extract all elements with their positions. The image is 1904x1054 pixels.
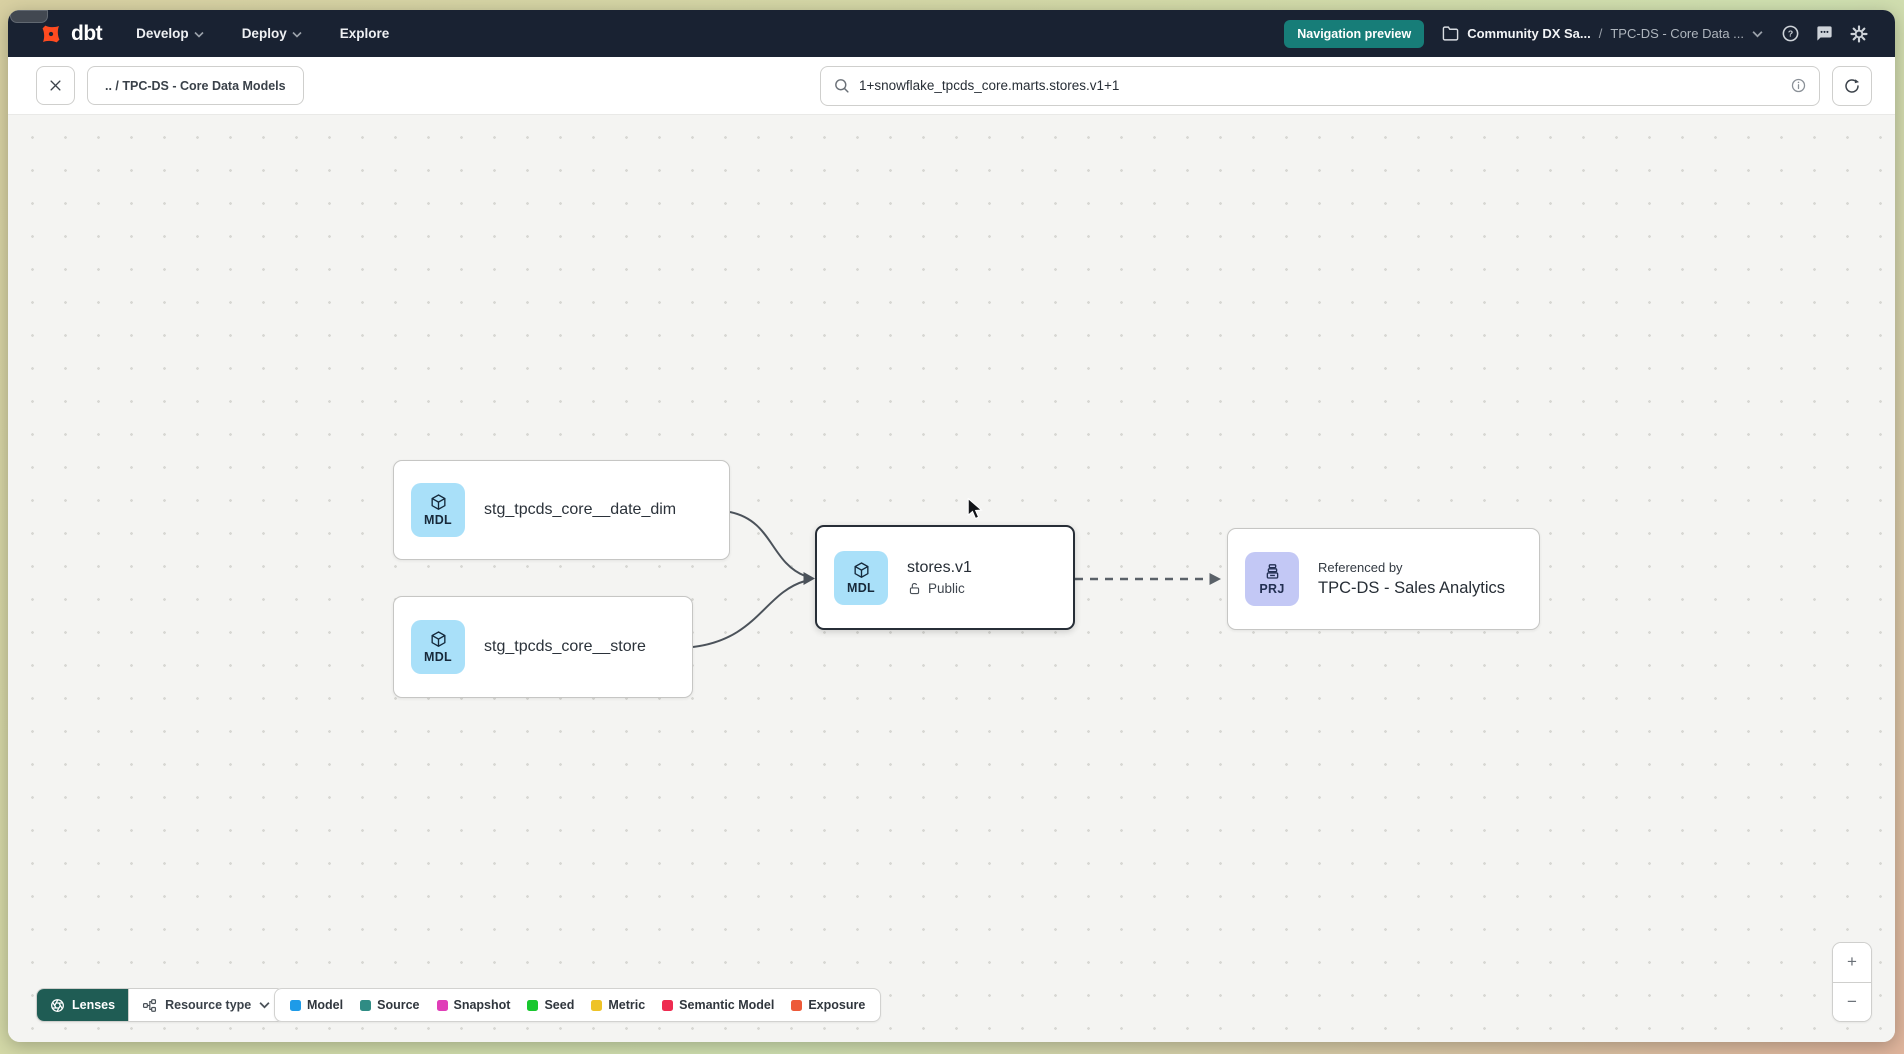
lineage-search[interactable] [820,66,1820,106]
mouse-cursor [966,498,986,520]
chevron-down-icon [292,31,302,38]
legend-item-source: Source [360,998,419,1012]
legend-item-seed: Seed [527,998,574,1012]
lenses-label: Lenses [72,998,115,1012]
unlock-icon [907,581,922,596]
seed-swatch [527,1000,538,1011]
close-icon [48,78,63,93]
chevron-down-icon [194,31,204,38]
badge-label: MDL [424,513,452,527]
node-overline: Referenced by [1318,560,1505,575]
access-label: Public [928,581,965,596]
breadcrumb-separator: / [1599,26,1603,41]
node-referenced-by-sales-analytics[interactable]: PRJ Referenced by TPC-DS - Sales Analyti… [1227,528,1540,630]
model-badge: MDL [411,620,465,674]
nav-item-deploy[interactable]: Deploy [242,26,302,41]
top-nav: dbt Develop Deploy Explore Navigation pr… [8,10,1895,57]
exposure-swatch [791,1000,802,1011]
metric-swatch [591,1000,602,1011]
legend-item-semantic-model: Semantic Model [662,998,774,1012]
resource-type-icon [142,998,157,1013]
nav-deploy-label: Deploy [242,26,287,41]
node-stores-v1[interactable]: MDL stores.v1 Public [815,525,1075,630]
feedback-icon[interactable] [1815,24,1834,43]
selector-input[interactable] [859,78,1781,93]
legend-item-exposure: Exposure [791,998,865,1012]
badge-label: PRJ [1259,582,1284,596]
node-title: TPC-DS - Sales Analytics [1318,579,1505,598]
snapshot-swatch [437,1000,448,1011]
chevron-down-icon [1752,30,1763,38]
help-icon[interactable]: ? [1781,24,1800,43]
source-swatch [360,1000,371,1011]
lens-controls: Lenses Resource type [36,988,284,1022]
cube-icon [429,493,448,512]
badge-label: MDL [847,581,875,595]
model-badge: MDL [834,551,888,605]
node-stg-tpcds-core-date-dim[interactable]: MDL stg_tpcds_core__date_dim [393,460,730,560]
screen-artifact [10,10,48,23]
navigation-preview-badge[interactable]: Navigation preview [1284,20,1424,48]
lineage-canvas[interactable]: MDL stg_tpcds_core__date_dim MDL stg_tpc… [8,115,1895,1042]
breadcrumb-project: TPC-DS - Core Data ... [1610,26,1744,41]
app-window: dbt Develop Deploy Explore Navigation pr… [8,10,1895,1042]
breadcrumb-account: Community DX Sa... [1467,26,1591,41]
lineage-breadcrumb-chip[interactable]: .. / TPC-DS - Core Data Models [87,66,304,105]
zoom-in-button[interactable]: + [1833,943,1871,983]
node-title: stores.v1 [907,559,972,577]
refresh-lineage-button[interactable] [1832,66,1872,106]
close-lineage-button[interactable] [36,66,75,105]
node-label: stg_tpcds_core__store [484,638,646,656]
project-stack-icon [1263,562,1282,581]
resource-type-legend: Model Source Snapshot Seed Metric Semant… [274,988,881,1022]
refresh-icon [1843,77,1861,95]
search-icon [833,77,850,94]
legend-item-metric: Metric [591,998,645,1012]
lenses-aperture-icon [50,998,65,1013]
legend-item-model: Model [290,998,343,1012]
dbt-logo-text: dbt [71,22,102,46]
legend-item-snapshot: Snapshot [437,998,511,1012]
nav-explore-label: Explore [340,26,390,41]
node-stg-tpcds-core-store[interactable]: MDL stg_tpcds_core__store [393,596,693,698]
zoom-out-button[interactable]: − [1833,983,1871,1022]
semantic-model-swatch [662,1000,673,1011]
svg-text:?: ? [1788,29,1793,39]
project-breadcrumb[interactable]: Community DX Sa... / TPC-DS - Core Data … [1442,25,1763,42]
top-nav-right: Navigation preview Community DX Sa... / … [1284,20,1869,48]
nav-item-develop[interactable]: Develop [136,26,204,41]
dbt-logo-icon [38,21,64,47]
model-swatch [290,1000,301,1011]
main-menu: Develop Deploy Explore [136,26,389,41]
nav-item-explore[interactable]: Explore [340,26,390,41]
settings-gear-icon[interactable] [1849,24,1869,44]
model-badge: MDL [411,483,465,537]
project-badge: PRJ [1245,552,1299,606]
cube-icon [429,630,448,649]
lenses-button[interactable]: Lenses [37,989,128,1021]
nav-develop-label: Develop [136,26,189,41]
resource-type-dropdown[interactable]: Resource type [128,989,283,1021]
badge-label: MDL [424,650,452,664]
folder-icon [1442,25,1459,42]
chevron-down-icon [259,1001,270,1009]
dbt-logo[interactable]: dbt [38,21,102,47]
node-label: stg_tpcds_core__date_dim [484,501,676,519]
resource-type-label: Resource type [165,998,251,1012]
zoom-controls: + − [1832,942,1872,1022]
cube-icon [852,561,871,580]
info-icon[interactable] [1790,77,1807,94]
lineage-toolbar: .. / TPC-DS - Core Data Models [8,57,1895,115]
top-nav-icons: ? [1781,24,1869,44]
